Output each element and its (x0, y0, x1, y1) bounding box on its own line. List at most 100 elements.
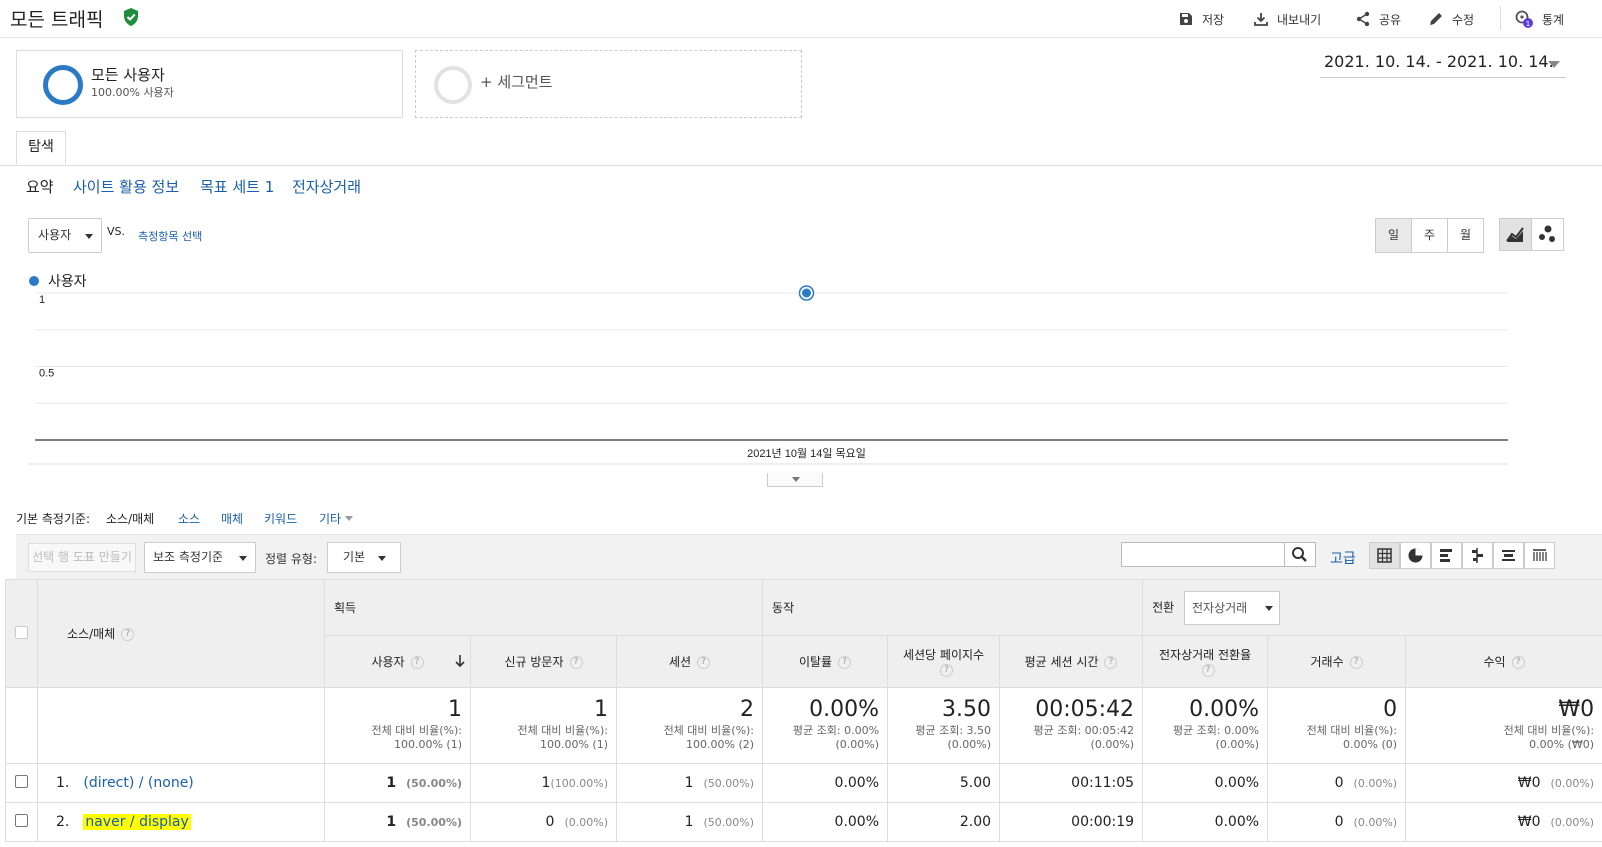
line-chart-button[interactable] (1499, 218, 1532, 251)
data-point (802, 288, 811, 298)
cell-avg-session-duration: 00:11:05 (999, 763, 1144, 803)
column-header-transactions[interactable]: 거래수? (1267, 635, 1407, 688)
help-icon[interactable]: ? (940, 664, 954, 677)
total-caption-detail: 0.00% (0) (1343, 738, 1398, 751)
column-header-avg-session-duration[interactable]: 평균 세션 시간? (999, 635, 1144, 688)
metric-select[interactable]: 사용자 (28, 218, 102, 253)
column-header-pages-per-session[interactable]: 세션당 페이지수? (887, 635, 1001, 688)
column-header-ecommerce-conversion-rate[interactable]: 전자상거래 전환율? (1142, 635, 1269, 688)
insights-badge: 1 (1526, 20, 1530, 28)
plot-rows-button[interactable]: 선택 행 도표 만들기 (28, 543, 136, 572)
period-week-button[interactable]: 주 (1411, 218, 1448, 253)
cell-sessions: 1 (50.00%) (615, 763, 764, 803)
period-day-button[interactable]: 일 (1375, 218, 1412, 253)
period-month-button[interactable]: 월 (1447, 218, 1484, 253)
metric-select-value: 사용자 (38, 228, 72, 242)
chart-collapse-toggle[interactable] (767, 473, 823, 487)
view-pivot-button[interactable] (1524, 542, 1555, 569)
cell-revenue: ₩0 (0.00%) (1405, 763, 1602, 803)
cell-transactions: 0 (0.00%) (1267, 802, 1407, 842)
help-icon[interactable]: ? (838, 656, 852, 669)
conversion-group-label: 전환 (1152, 600, 1175, 614)
help-icon[interactable]: ? (1201, 664, 1215, 677)
cell-percent: (0.00%) (1550, 777, 1595, 790)
help-icon[interactable]: ? (569, 656, 583, 669)
date-range-picker[interactable]: 2021. 10. 14. - 2021. 10. 14. (1320, 52, 1566, 78)
save-button[interactable]: 저장 (1178, 8, 1224, 30)
column-header-users[interactable]: 사용자? (324, 635, 471, 688)
view-term-cloud-button[interactable] (1493, 542, 1524, 569)
total-caption-detail: 0.00% (₩0) (1529, 738, 1595, 751)
cell-percent: (0.00%) (1353, 777, 1398, 790)
table-search-input[interactable] (1121, 542, 1285, 567)
help-icon[interactable]: ? (1511, 656, 1525, 669)
dimension-header[interactable]: 소스/매체? (37, 579, 325, 688)
subtab-ecommerce[interactable]: 전자상거래 (292, 176, 361, 197)
sort-type-select[interactable]: 기본 (327, 542, 401, 573)
subtab-summary[interactable]: 요약 (26, 176, 54, 197)
subtab-goal-set-1[interactable]: 목표 세트 1 (200, 176, 274, 197)
conversion-type-select[interactable]: 전자상거래 (1183, 590, 1280, 625)
cell-value: 0 (1334, 775, 1344, 791)
secondary-dimension-select[interactable]: 보조 측정기준 (144, 542, 256, 573)
dimension-option-keyword[interactable]: 키워드 (264, 510, 297, 527)
insights-button[interactable]: 1 통계 (1514, 8, 1564, 30)
column-header-sessions[interactable]: 세션? (615, 635, 764, 688)
help-icon[interactable]: ? (1349, 656, 1363, 669)
y-tick-label: 1 (39, 294, 45, 306)
select-all-checkbox[interactable] (15, 625, 28, 639)
help-icon[interactable]: ? (1104, 656, 1118, 669)
dimension-option-source[interactable]: 소스 (178, 510, 200, 527)
view-pie-button[interactable] (1400, 542, 1431, 569)
motion-chart-button[interactable] (1531, 218, 1564, 251)
total-sessions: 2 전체 대비 비율(%): 100.00% (2) (615, 687, 764, 764)
row-checkbox[interactable] (15, 775, 28, 788)
column-header-bounce-rate[interactable]: 이탈률? (762, 635, 889, 688)
cell-bounce-rate: 0.00% (762, 802, 889, 842)
column-header-revenue[interactable]: 수익? (1405, 635, 1602, 688)
column-header-label: 세션 (668, 655, 692, 669)
help-icon[interactable]: ? (121, 628, 135, 641)
total-revenue: ₩0 전체 대비 비율(%): 0.00% (₩0) (1405, 687, 1602, 764)
bar-list-icon (1440, 549, 1452, 562)
subtab-site-usage[interactable]: 사이트 활용 정보 (73, 176, 179, 197)
dimension-option-other-label: 기타 (319, 512, 342, 526)
sort-type-label: 정렬 유형: (265, 552, 318, 566)
advanced-filter-link[interactable]: 고급 (1330, 548, 1356, 568)
grid-icon (1377, 548, 1392, 563)
help-icon[interactable]: ? (697, 656, 711, 669)
row-index: 1. (56, 775, 70, 791)
select-all-cell (5, 579, 38, 688)
view-comparison-button[interactable] (1462, 542, 1493, 569)
row-checkbox[interactable] (15, 814, 28, 827)
edit-button[interactable]: 수정 (1428, 8, 1474, 30)
column-header-new-users[interactable]: 신규 방문자? (470, 635, 617, 688)
add-segment-button[interactable]: + 세그먼트 (415, 50, 802, 118)
caret-down-icon (1548, 61, 1560, 68)
export-button[interactable]: 내보내기 (1253, 8, 1321, 30)
table-search-button[interactable] (1284, 542, 1316, 567)
tab-explore[interactable]: 탐색 (16, 131, 66, 165)
view-data-table-button[interactable] (1369, 542, 1400, 569)
column-header-label: 거래수 (1310, 655, 1344, 669)
download-icon (1254, 13, 1268, 26)
cell-revenue: ₩0 (0.00%) (1405, 802, 1602, 842)
cell-sessions: 1 (50.00%) (615, 802, 764, 842)
share-button[interactable]: 공유 (1355, 8, 1401, 30)
dimension-option-other[interactable]: 기타 (319, 510, 354, 527)
dimension-option-source-medium[interactable]: 소스/매체 (106, 510, 154, 527)
segment-all-users[interactable]: 모든 사용자 100.00% 사용자 (16, 50, 403, 118)
row-checkbox-cell (5, 802, 38, 842)
total-caption-detail: 100.00% (1) (393, 738, 462, 751)
view-performance-button[interactable] (1431, 542, 1462, 569)
caret-down-icon (378, 556, 386, 561)
compare-metric-link[interactable]: 측정항목 선택 (138, 228, 202, 244)
help-icon[interactable]: ? (410, 656, 424, 669)
total-avg-session-duration: 00:05:42 평균 조회: 00:05:42 (0.00%) (999, 687, 1144, 764)
row-index: 2. (56, 814, 70, 830)
row-dimension-link[interactable]: naver / display (83, 814, 191, 830)
row-dimension-cell: 1. (direct) / (none) (37, 763, 325, 803)
total-value: 2 (740, 697, 755, 722)
row-dimension-link[interactable]: (direct) / (none) (83, 775, 193, 791)
dimension-option-medium[interactable]: 매체 (221, 510, 243, 527)
